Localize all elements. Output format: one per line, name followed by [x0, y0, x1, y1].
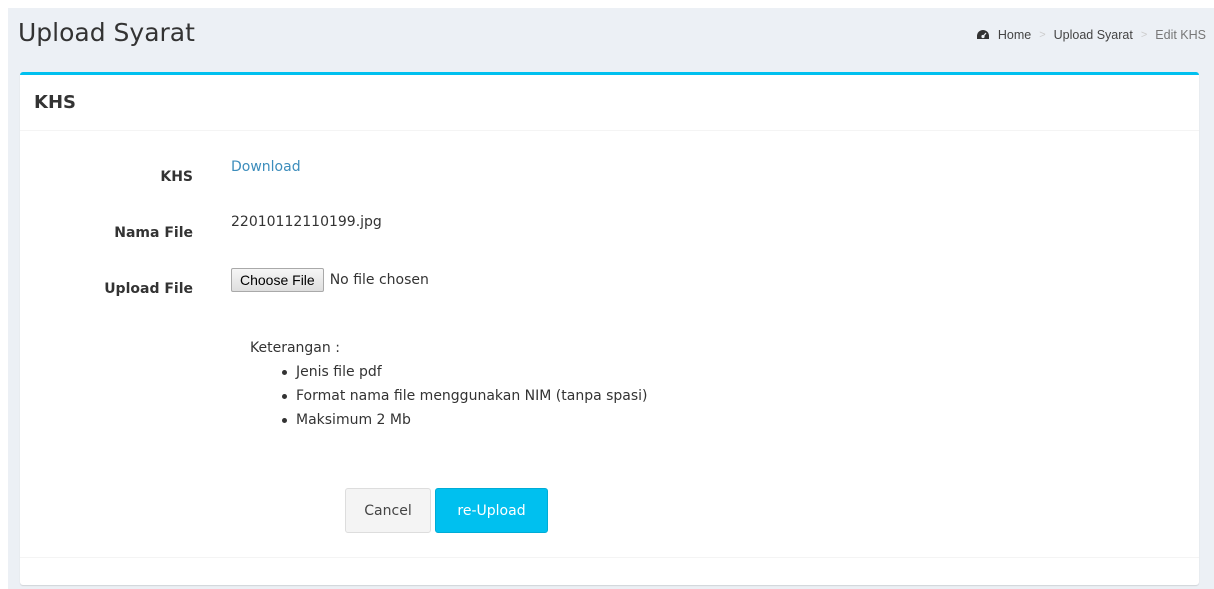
page-title: Upload Syarat — [18, 18, 195, 47]
content-wrapper: Upload Syarat Home > Upload Syarat > Edi… — [8, 8, 1214, 589]
breadcrumb-edit-khs: Edit KHS — [1155, 28, 1206, 42]
khs-label: KHS — [160, 169, 193, 185]
breadcrumb: Home > Upload Syarat > Edit KHS — [976, 28, 1206, 42]
nama-file-value: 22010112110199.jpg — [231, 214, 382, 230]
list-item: Jenis file pdf — [274, 360, 648, 384]
content-header: Upload Syarat Home > Upload Syarat > Edi… — [8, 8, 1214, 70]
upload-file-label: Upload File — [104, 281, 193, 297]
choose-file-button[interactable]: Choose File — [231, 268, 324, 292]
cancel-button[interactable]: Cancel — [345, 488, 431, 533]
nama-file-label: Nama File — [114, 225, 193, 241]
breadcrumb-separator: > — [1140, 29, 1148, 41]
file-input[interactable]: Choose File No file chosen — [231, 268, 429, 292]
re-upload-button[interactable]: re-Upload — [435, 488, 548, 533]
khs-value: Download — [231, 159, 301, 175]
breadcrumb-separator: > — [1039, 29, 1046, 41]
notes: Keterangan : Jenis file pdf Format nama … — [250, 340, 648, 432]
download-link[interactable]: Download — [231, 159, 301, 175]
breadcrumb-upload-syarat[interactable]: Upload Syarat — [1054, 28, 1133, 42]
box-footer — [20, 557, 1199, 585]
list-item: Maksimum 2 Mb — [274, 408, 648, 432]
breadcrumb-home[interactable]: Home — [998, 28, 1031, 42]
box-title: KHS — [34, 92, 76, 113]
file-status: No file chosen — [329, 272, 429, 288]
dashboard-icon — [976, 29, 990, 41]
khs-box: KHS KHS Download Nama File 2201011211019… — [20, 72, 1199, 585]
notes-heading: Keterangan : — [250, 340, 340, 356]
list-item: Format nama file menggunakan NIM (tanpa … — [274, 384, 648, 408]
box-header: KHS — [20, 75, 1199, 131]
notes-list: Jenis file pdf Format nama file mengguna… — [250, 360, 648, 432]
